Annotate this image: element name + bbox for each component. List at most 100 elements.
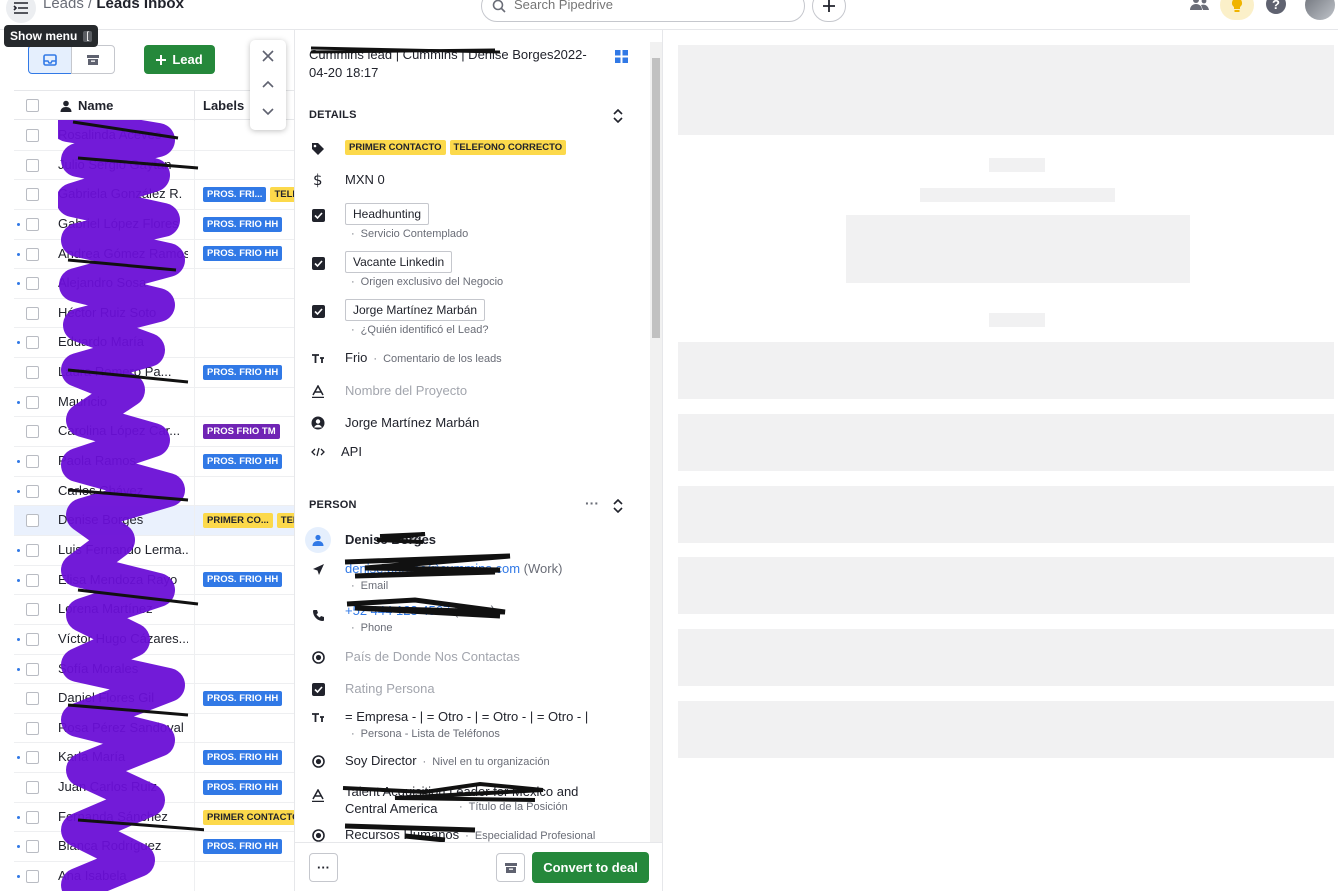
row-checkbox[interactable] (26, 188, 39, 202)
table-row[interactable]: Héctor Ruiz Soto (14, 298, 294, 329)
convert-to-deal-button[interactable]: Convert to deal (532, 852, 649, 883)
row-checkbox[interactable] (26, 751, 39, 765)
row-checkbox[interactable] (26, 662, 39, 676)
table-row[interactable]: Gabriel López Flores PROS. FRIO HH (14, 209, 294, 240)
row-checkbox[interactable] (26, 514, 39, 528)
row-checkbox[interactable] (26, 603, 39, 617)
close-detail-button[interactable] (258, 46, 278, 66)
phone-link[interactable]: +52 444 123 4567 (345, 603, 450, 618)
table-row[interactable]: Rosa Pérez Sandoval (14, 713, 294, 744)
menu-toggle-button[interactable] (6, 0, 36, 23)
table-row[interactable]: Andrea Gómez Ramos PROS. FRIO HH (14, 239, 294, 270)
layout-grid-icon[interactable] (615, 50, 628, 63)
lead-name[interactable]: Carolina López Car... (58, 423, 188, 438)
table-row[interactable]: Elisa Mendoza Rayo PROS. FRIO HH (14, 565, 294, 596)
lead-name[interactable]: Laura Romero Pa... (58, 364, 188, 379)
table-row[interactable]: Laura Romero Pa... PROS. FRIO HH (14, 358, 294, 388)
row-checkbox[interactable] (26, 306, 39, 320)
row-checkbox[interactable] (26, 395, 39, 409)
lead-name[interactable]: Víctor Hugo Cázares... (58, 631, 188, 646)
row-checkbox[interactable] (26, 870, 39, 884)
row-checkbox[interactable] (26, 692, 39, 706)
expand-collapse-icon[interactable] (613, 499, 623, 513)
inbox-view-button[interactable] (28, 45, 72, 74)
email-link[interactable]: denise.borges@cummins.com (345, 561, 520, 576)
row-checkbox[interactable] (26, 810, 39, 824)
row-checkbox[interactable] (26, 129, 39, 142)
table-row[interactable]: Alejandro Sosa (14, 269, 294, 299)
person-more-button[interactable]: ··· (585, 495, 599, 511)
scrollbar-thumb[interactable] (652, 58, 660, 338)
lead-name[interactable]: Daniel Flores Gil (58, 690, 188, 705)
help-button[interactable]: ? (1266, 0, 1286, 14)
lead-name[interactable]: Andrea Gómez Ramos (58, 246, 188, 261)
quick-add-button[interactable] (812, 0, 846, 22)
table-row[interactable]: Blanca Rodríguez PROS. FRIO HH (14, 832, 294, 863)
lead-name[interactable]: Elisa Mendoza Rayo (58, 572, 188, 587)
lead-name[interactable]: Sofía Morales (58, 661, 188, 676)
lead-name[interactable]: Fernanda Sánchez (58, 809, 188, 824)
table-row[interactable]: Ana Isabela (14, 862, 294, 891)
lead-name[interactable]: Héctor Ruiz Soto (58, 305, 188, 320)
row-checkbox[interactable] (26, 247, 39, 261)
table-row[interactable]: Denise Borges PRIMER CO...TELEF... (14, 506, 294, 536)
search-input[interactable] (514, 0, 794, 12)
lead-name[interactable]: Gabriel López Flores (58, 216, 188, 231)
table-row[interactable]: Carolina López Car... PROS FRIO TM (14, 417, 294, 448)
row-checkbox[interactable] (26, 840, 39, 854)
row-checkbox[interactable] (26, 277, 39, 291)
tips-button[interactable] (1220, 0, 1254, 20)
lead-name[interactable]: Luis Fernando Lerma... (58, 542, 188, 557)
lead-name[interactable]: Carlos Chávez (58, 483, 188, 498)
lead-name[interactable]: Juan Carlos Ruiz (58, 779, 188, 794)
table-row[interactable]: Víctor Hugo Cázares... (14, 624, 294, 655)
expand-collapse-icon[interactable] (613, 109, 623, 123)
search-box[interactable] (481, 0, 805, 22)
table-row[interactable]: Paola Ramos PROS. FRIO HH (14, 447, 294, 477)
table-row[interactable]: Luis Fernando Lerma... (14, 535, 294, 566)
people-icon[interactable] (1188, 0, 1210, 12)
table-row[interactable]: Gabriela González R. PROS. FRI...TELEF... (14, 180, 294, 210)
table-row[interactable]: Fernanda Sánchez PRIMER CONTACTO (14, 802, 294, 833)
table-row[interactable]: Julio Sergio Gaytan (14, 150, 294, 181)
next-lead-button[interactable] (258, 102, 278, 122)
row-checkbox[interactable] (26, 217, 39, 231)
row-checkbox[interactable] (26, 425, 39, 439)
person-name[interactable]: Denise Borges (345, 532, 436, 547)
lead-name[interactable]: Ana Isabela (58, 868, 188, 883)
table-row[interactable]: Mauricio (14, 387, 294, 418)
lead-name[interactable]: Karla María (58, 749, 188, 764)
row-checkbox[interactable] (26, 484, 39, 498)
breadcrumb-parent[interactable]: Leads (43, 0, 84, 12)
lead-title[interactable]: Cummins lead | Cummins | Denise Borges20… (309, 46, 599, 82)
row-checkbox[interactable] (26, 543, 39, 557)
table-row[interactable]: Sofía Morales (14, 654, 294, 685)
lead-name[interactable]: Alejandro Sosa (58, 275, 188, 290)
lead-name[interactable]: Gabriela González R. (58, 186, 188, 201)
row-checkbox[interactable] (26, 573, 39, 587)
row-checkbox[interactable] (26, 632, 39, 646)
archive-lead-button[interactable] (496, 853, 525, 882)
row-checkbox[interactable] (26, 158, 39, 172)
lead-name[interactable]: Julio Sergio Gaytan (58, 157, 188, 172)
lead-name[interactable]: Denise Borges (58, 512, 188, 527)
row-checkbox[interactable] (26, 721, 39, 735)
table-row[interactable]: Karla María PROS. FRIO HH (14, 743, 294, 774)
row-checkbox[interactable] (26, 455, 39, 469)
column-header-labels[interactable]: Labels (194, 91, 252, 121)
table-row[interactable]: Carlos Chávez (14, 476, 294, 507)
table-row[interactable]: Eduardo María (14, 328, 294, 359)
lead-name[interactable]: Rosalinda Aceves (58, 127, 188, 142)
user-avatar[interactable] (1305, 0, 1335, 20)
lead-name[interactable]: Paola Ramos (58, 453, 188, 468)
archive-view-button[interactable] (71, 45, 115, 74)
row-checkbox[interactable] (26, 366, 39, 380)
lead-name[interactable]: Mauricio (58, 394, 188, 409)
more-actions-button[interactable]: ··· (309, 853, 338, 882)
select-all-checkbox[interactable] (26, 99, 39, 112)
table-row[interactable]: Lorena Martínez (14, 595, 294, 625)
previous-lead-button[interactable] (258, 74, 278, 94)
add-lead-button[interactable]: Lead (144, 45, 215, 74)
lead-name[interactable]: Eduardo María (58, 334, 188, 349)
lead-name[interactable]: Blanca Rodríguez (58, 838, 188, 853)
